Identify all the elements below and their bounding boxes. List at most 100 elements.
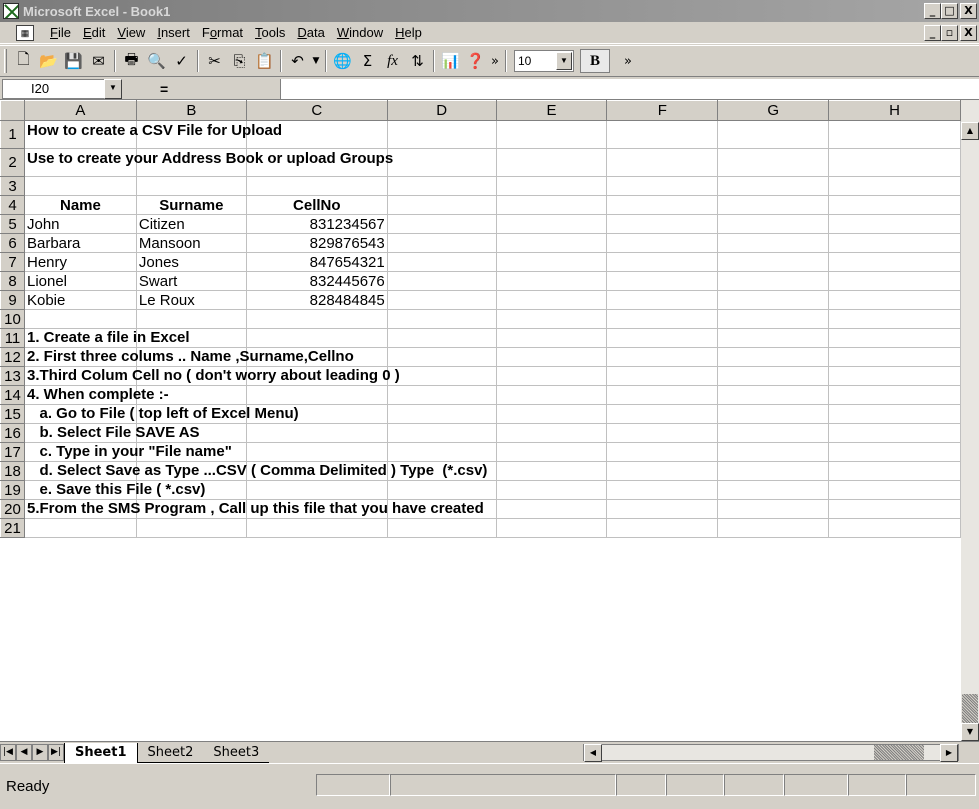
formula-input[interactable] (280, 79, 979, 99)
paste-icon[interactable]: 📋 (252, 49, 277, 73)
row-header[interactable]: 14 (0, 385, 25, 405)
table-cell[interactable]: Barbara (24, 233, 137, 253)
row-header[interactable]: 2 (0, 148, 25, 177)
instruction-cell[interactable]: a. Go to File ( top left of Excel Menu) (24, 404, 299, 424)
menu-data[interactable]: Data (291, 25, 330, 40)
table-cell[interactable]: Jones (136, 252, 247, 272)
column-header[interactable]: E (495, 100, 608, 121)
column-header[interactable]: A (23, 100, 137, 121)
scroll-right-icon[interactable]: ▶ (940, 744, 958, 762)
chart-wizard-icon[interactable]: 📊 (438, 49, 463, 73)
instruction-cell[interactable]: 3.Third Colum Cell no ( don't worry abou… (24, 366, 400, 386)
instruction-cell[interactable]: d. Select Save as Type ...CSV ( Comma De… (24, 461, 487, 481)
print-icon[interactable]: 🖶 (119, 49, 144, 73)
column-header[interactable]: B (135, 100, 247, 121)
column-header[interactable]: C (245, 100, 388, 121)
hyperlink-icon[interactable]: 🌐 (330, 49, 355, 73)
table-cell[interactable]: Henry (24, 252, 137, 272)
scroll-down-icon[interactable]: ▼ (961, 723, 979, 741)
table-cell[interactable]: Le Roux (136, 290, 247, 310)
doc-minimize-button[interactable]: _ (924, 25, 941, 41)
row-header[interactable]: 17 (0, 442, 25, 462)
row-header[interactable]: 7 (0, 252, 25, 272)
row-header[interactable]: 4 (0, 195, 25, 215)
close-button[interactable]: X (960, 3, 977, 19)
instruction-cell[interactable]: 5.From the SMS Program , Call up this fi… (24, 499, 484, 519)
instruction-cell[interactable]: e. Save this File ( *.csv) (24, 480, 205, 500)
autosum-icon[interactable]: Σ (355, 49, 380, 73)
row-header[interactable]: 3 (0, 176, 25, 196)
header-cell-name[interactable]: Name (24, 195, 137, 215)
menu-window[interactable]: Window (331, 25, 389, 40)
menu-format[interactable]: Format (196, 25, 249, 40)
row-header[interactable]: 5 (0, 214, 25, 234)
copy-icon[interactable]: ⎘ (227, 49, 252, 73)
name-box[interactable]: I20 ▼ (2, 78, 122, 99)
function-icon[interactable]: fx (380, 49, 405, 73)
scroll-up-icon[interactable]: ▲ (961, 122, 979, 140)
print-preview-icon[interactable]: 🔍 (144, 49, 169, 73)
header-cell-cellno[interactable]: CellNo (246, 195, 388, 215)
undo-icon[interactable]: ↶ (285, 49, 310, 73)
toolbar-overflow-icon[interactable]: » (488, 49, 502, 73)
prev-sheet-icon[interactable]: ◀ (16, 744, 32, 761)
toolbar-grip[interactable] (4, 49, 7, 73)
instruction-cell[interactable]: b. Select File SAVE AS (24, 423, 200, 443)
table-cell[interactable]: 832445676 (246, 271, 388, 291)
table-cell[interactable]: 828484845 (246, 290, 388, 310)
open-icon[interactable]: 📂 (36, 49, 61, 73)
row-header[interactable]: 9 (0, 290, 25, 310)
row-header[interactable]: 10 (0, 309, 25, 329)
column-header[interactable]: F (606, 100, 719, 121)
table-cell[interactable]: 831234567 (246, 214, 388, 234)
select-all-corner[interactable] (0, 100, 25, 121)
row-header[interactable]: 11 (0, 328, 25, 348)
vertical-scrollbar[interactable]: ▲ ▼ (961, 100, 979, 741)
instruction-cell[interactable]: c. Type in your "File name" (24, 442, 232, 462)
email-icon[interactable]: ✉ (86, 49, 111, 73)
scroll-left-icon[interactable]: ◀ (584, 744, 602, 762)
cut-icon[interactable]: ✂ (202, 49, 227, 73)
instruction-cell[interactable]: 2. First three colums .. Name ,Surname,C… (24, 347, 354, 367)
tab-sheet1[interactable]: Sheet1 (64, 742, 138, 763)
menu-tools[interactable]: Tools (249, 25, 291, 40)
last-sheet-icon[interactable]: ▶| (48, 744, 64, 761)
row-header[interactable]: 1 (0, 120, 25, 149)
spreadsheet-grid[interactable]: A B C D E F G H 1 How to create a CSV Fi… (0, 100, 961, 741)
row-header[interactable]: 15 (0, 404, 25, 424)
table-cell[interactable]: Lionel (24, 271, 137, 291)
menu-view[interactable]: View (111, 25, 151, 40)
row-header[interactable]: 6 (0, 233, 25, 253)
column-header[interactable]: D (386, 100, 497, 121)
header-cell-surname[interactable]: Surname (136, 195, 247, 215)
undo-dropdown-icon[interactable]: ▼ (310, 49, 322, 73)
maximize-button[interactable]: □ (941, 3, 958, 19)
row-header[interactable]: 13 (0, 366, 25, 386)
tab-sheet3[interactable]: Sheet3 (203, 743, 270, 763)
row-header[interactable]: 18 (0, 461, 25, 481)
table-cell[interactable]: Citizen (136, 214, 247, 234)
workbook-icon[interactable]: ▦ (16, 24, 34, 41)
next-sheet-icon[interactable]: ▶ (32, 744, 48, 761)
table-cell[interactable]: 847654321 (246, 252, 388, 272)
menu-help[interactable]: Help (389, 25, 428, 40)
minimize-button[interactable]: _ (924, 3, 941, 19)
table-cell[interactable]: John (24, 214, 137, 234)
sort-ascending-icon[interactable]: ⇅ (405, 49, 430, 73)
doc-restore-button[interactable]: ▫ (941, 25, 958, 41)
row-header[interactable]: 8 (0, 271, 25, 291)
new-icon[interactable]: 🗋 (11, 49, 36, 73)
chevron-down-icon[interactable]: ▼ (104, 78, 122, 99)
save-icon[interactable]: 💾 (61, 49, 86, 73)
row-header[interactable]: 12 (0, 347, 25, 367)
horizontal-scrollbar[interactable]: ◀ ▶ (583, 744, 959, 762)
table-cell[interactable]: 829876543 (246, 233, 388, 253)
row-header[interactable]: 16 (0, 423, 25, 443)
table-cell[interactable]: Kobie (24, 290, 137, 310)
row-header[interactable]: 20 (0, 499, 25, 519)
excel-app-icon[interactable] (3, 3, 19, 19)
equals-sign[interactable]: = (160, 81, 168, 97)
column-header[interactable]: H (828, 100, 961, 121)
first-sheet-icon[interactable]: |◀ (0, 744, 16, 761)
scroll-thumb-horizontal[interactable] (874, 745, 924, 760)
